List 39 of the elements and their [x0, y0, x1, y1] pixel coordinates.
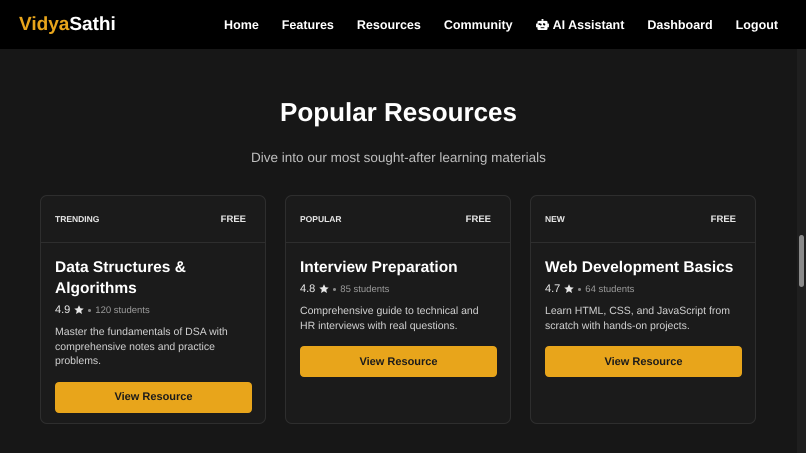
view-resource-button[interactable]: View Resource	[300, 346, 497, 377]
card-title: Data Structures & Algorithms	[55, 258, 187, 299]
card-description: Master the fundamentals of DSA with comprehensive notes and practice problems.	[55, 325, 229, 368]
nav-link[interactable]: Resources	[356, 18, 421, 32]
card-title: Interview Preparation	[300, 258, 459, 278]
nav-link[interactable]: AI Assistant	[536, 18, 624, 32]
star-icon	[564, 284, 574, 294]
card-tag: NEW	[545, 214, 565, 224]
price-label: FREE	[466, 214, 491, 224]
separator-dot	[88, 308, 92, 312]
price-label: FREE	[220, 214, 246, 224]
robot-icon	[536, 19, 549, 30]
nav-link[interactable]: Dashboard	[647, 18, 713, 32]
nav-link[interactable]: Logout	[736, 18, 778, 32]
separator-dot	[578, 288, 582, 290]
nav-link[interactable]: Home	[224, 18, 259, 32]
student-count: 120 students	[95, 304, 150, 316]
student-count: 64 students	[585, 284, 634, 294]
student-count: 85 students	[340, 284, 390, 294]
view-resource-button[interactable]: View Resource	[55, 382, 252, 412]
card-tag: TRENDING	[55, 214, 100, 224]
card-description: Learn HTML, CSS, and JavaScript from scratch with hands-on projects.	[545, 304, 731, 333]
rating-value: 4.8	[300, 283, 316, 295]
section-subtitle: Dive into our most sought-after learning materials	[250, 149, 547, 167]
price-label: FREE	[710, 214, 736, 224]
nav-link[interactable]: Features	[282, 18, 334, 32]
brand-logo[interactable]: VidyaSathi	[19, 14, 116, 36]
rating-value: 4.7	[545, 283, 560, 295]
section-title: Popular Resources	[279, 96, 518, 129]
view-resource-button[interactable]: View Resource	[545, 346, 742, 377]
rating-value: 4.9	[55, 304, 70, 316]
nav-link[interactable]: Community	[444, 18, 513, 32]
card-description: Comprehensive guide to technical and HR interviews with real questions.	[300, 304, 480, 333]
scrollbar[interactable]	[797, 49, 806, 453]
card-title: Web Development Basics	[545, 258, 734, 278]
star-icon	[319, 284, 330, 294]
star-icon	[74, 305, 84, 315]
card-tag: POPULAR	[300, 214, 342, 224]
separator-dot	[333, 288, 336, 290]
